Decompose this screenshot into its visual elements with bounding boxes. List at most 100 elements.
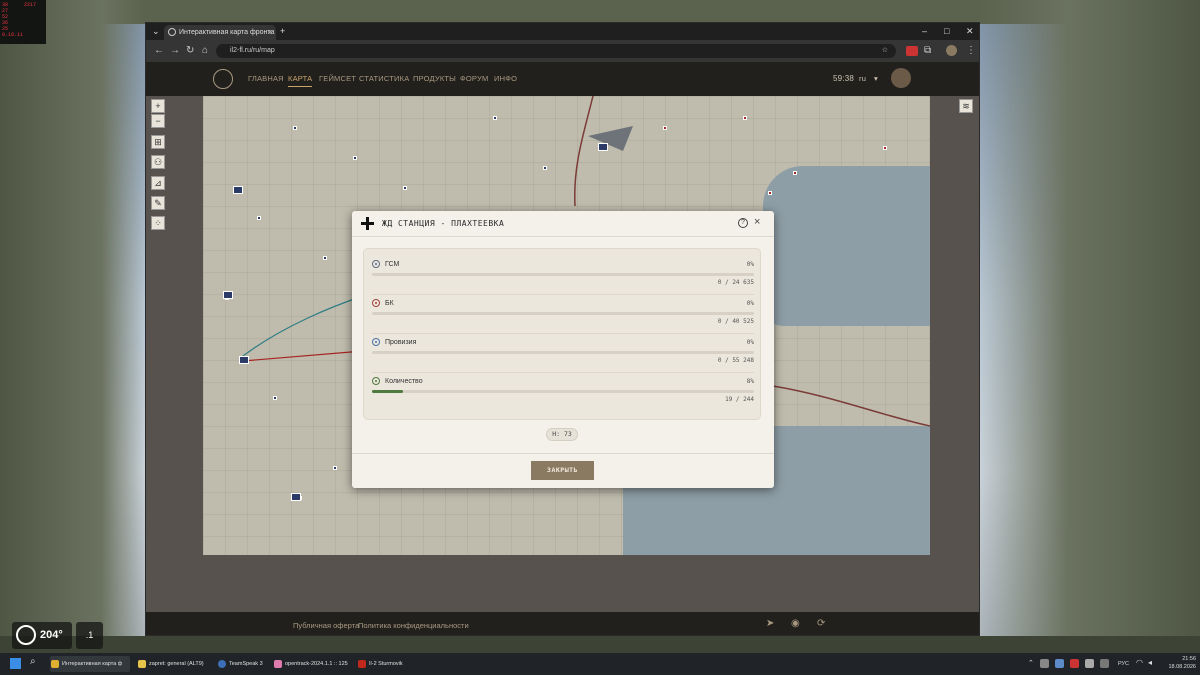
nav-forum[interactable]: ФОРУМ <box>460 74 488 83</box>
map-marker[interactable] <box>353 156 357 160</box>
resource-count: 19 / 244 <box>725 396 754 403</box>
browser-tab[interactable]: Интерактивная карта фронта × <box>164 25 276 40</box>
resource-label: Провизия <box>385 339 417 346</box>
tray-steam-icon[interactable] <box>1055 659 1064 668</box>
map-marker-enemy[interactable] <box>663 126 667 130</box>
route-icon[interactable]: ⁘ <box>151 216 165 230</box>
squads-icon[interactable]: ⚇ <box>151 155 165 169</box>
map-marker-enemy[interactable] <box>793 171 797 175</box>
tray-icon[interactable] <box>1040 659 1049 668</box>
profile-avatar[interactable] <box>946 45 957 56</box>
tab-search-icon[interactable]: ⌄ <box>152 23 160 40</box>
opentrack-icon <box>274 660 282 668</box>
tray-chevron-icon[interactable]: ⌃ <box>1028 659 1034 667</box>
volume-icon[interactable]: ◂ <box>1148 658 1152 667</box>
tab-close-icon[interactable]: × <box>267 25 272 40</box>
map-layers-icon[interactable]: ≋ <box>959 99 973 113</box>
back-icon[interactable]: ← <box>154 43 164 59</box>
footer-privacy-link[interactable]: Политика конфиденциальности <box>358 621 469 630</box>
map-marker[interactable] <box>257 216 261 220</box>
site-footer: Публичная оферта Политика конфиденциальн… <box>146 612 979 635</box>
unit-marker[interactable] <box>223 291 233 299</box>
adblock-icon[interactable] <box>906 46 918 56</box>
wifi-icon[interactable]: ◠ <box>1136 658 1143 667</box>
ammo-icon <box>372 299 380 307</box>
map-marker[interactable] <box>493 116 497 120</box>
map-marker[interactable] <box>323 256 327 260</box>
map-marker[interactable] <box>273 396 277 400</box>
telegram-icon[interactable]: ➤ <box>766 618 774 629</box>
maximize-icon[interactable]: □ <box>944 23 949 40</box>
resource-row-ammo: БК 0% 0 / 40 525 <box>372 296 754 334</box>
taskbar-item-zapret[interactable]: zapret: general (ALT9) <box>137 656 204 672</box>
nav-home[interactable]: ГЛАВНАЯ <box>248 74 284 83</box>
ruler-icon[interactable]: ⊿ <box>151 176 165 190</box>
taskbar-item-teamspeak[interactable]: TeamSpeak 3 <box>217 656 263 672</box>
map-marker-enemy[interactable] <box>883 146 887 150</box>
terminal-icon <box>138 660 146 668</box>
chevron-down-icon[interactable]: ▾ <box>874 74 878 83</box>
user-avatar[interactable] <box>891 68 911 88</box>
unit-marker[interactable] <box>239 356 249 364</box>
bookmark-star-icon[interactable]: ☆ <box>882 44 888 58</box>
close-button[interactable]: ЗАКРЫТЬ <box>531 461 594 480</box>
modal-close-icon[interactable]: × <box>754 216 760 228</box>
vario-value: .1 <box>85 630 94 640</box>
clock-date[interactable]: 18.08.2026 <box>1158 664 1196 670</box>
tray-app-icon[interactable] <box>1085 659 1094 668</box>
nav-map[interactable]: КАРТА <box>288 74 313 87</box>
cockpit-frame-left <box>0 0 145 675</box>
help-icon[interactable]: ? <box>738 218 748 228</box>
taskbar-item-opentrack[interactable]: opentrack-2024.1.1 :: 125 <box>273 656 348 672</box>
search-icon[interactable]: ⌕ <box>30 656 36 667</box>
clock-time[interactable]: 21:56 <box>1162 656 1196 662</box>
window-close-icon[interactable]: ✕ <box>966 23 974 40</box>
zoom-out-button[interactable]: − <box>151 114 165 128</box>
tray-app-icon[interactable] <box>1100 659 1109 668</box>
taskbar-item-browser[interactable]: Интерактивная карта ф <box>50 656 130 672</box>
layers-toggle-icon[interactable]: ⊞ <box>151 135 165 149</box>
tray-app-icon[interactable] <box>1070 659 1079 668</box>
url-text: il2-fl.ru/ru/map <box>230 47 275 54</box>
unit-marker[interactable] <box>598 143 608 151</box>
unit-marker[interactable] <box>233 186 243 194</box>
map-marker-enemy[interactable] <box>768 191 772 195</box>
nav-info[interactable]: ИНФО <box>494 74 517 83</box>
menu-icon[interactable]: ⋮ <box>966 43 976 59</box>
globe-icon <box>168 28 176 36</box>
discord-icon[interactable]: ◉ <box>791 618 800 629</box>
resource-count: 0 / 55 248 <box>717 357 754 364</box>
resource-label: ГСМ <box>385 261 400 268</box>
reload-icon[interactable]: ↻ <box>186 43 194 59</box>
resource-percent: 0% <box>746 261 754 268</box>
tab-title: Интерактивная карта фронта <box>179 29 275 36</box>
support-icon[interactable]: ⟳ <box>817 618 825 629</box>
input-language[interactable]: РУС <box>1118 661 1129 667</box>
eraser-icon[interactable]: ✎ <box>151 196 165 210</box>
forward-icon[interactable]: → <box>170 43 180 59</box>
taskbar-label: Il-2 Sturmovik <box>369 661 403 667</box>
map-marker-enemy[interactable] <box>743 116 747 120</box>
taskbar-label: Интерактивная карта ф <box>62 661 123 667</box>
site-logo-icon[interactable] <box>213 69 233 89</box>
map-marker[interactable] <box>293 126 297 130</box>
resource-label: Количество <box>385 378 423 385</box>
footer-offer-link[interactable]: Публичная оферта <box>293 621 359 630</box>
map-marker[interactable] <box>403 186 407 190</box>
extensions-icon[interactable]: ⧉ <box>924 43 931 59</box>
nav-products[interactable]: ПРОДУКТЫ <box>413 74 456 83</box>
new-tab-button[interactable]: + <box>280 23 285 40</box>
zoom-in-button[interactable]: + <box>151 99 165 113</box>
map-marker[interactable] <box>333 466 337 470</box>
windows-start-icon[interactable] <box>10 658 21 669</box>
minimize-icon[interactable]: – <box>922 23 927 40</box>
home-icon[interactable]: ⌂ <box>202 43 208 59</box>
site-header: ГЛАВНАЯ КАРТА ГЕЙМСЕТ СТАТИСТИКА ПРОДУКТ… <box>146 62 979 96</box>
url-field[interactable]: il2-fl.ru/ru/map ☆ <box>216 44 896 58</box>
unit-marker[interactable] <box>291 493 301 501</box>
nav-gameset[interactable]: ГЕЙМСЕТ <box>319 74 356 83</box>
taskbar-item-il2[interactable]: Il-2 Sturmovik <box>357 656 403 672</box>
nav-statistics[interactable]: СТАТИСТИКА <box>359 74 409 83</box>
language-select[interactable]: ru <box>859 74 866 83</box>
map-marker[interactable] <box>543 166 547 170</box>
